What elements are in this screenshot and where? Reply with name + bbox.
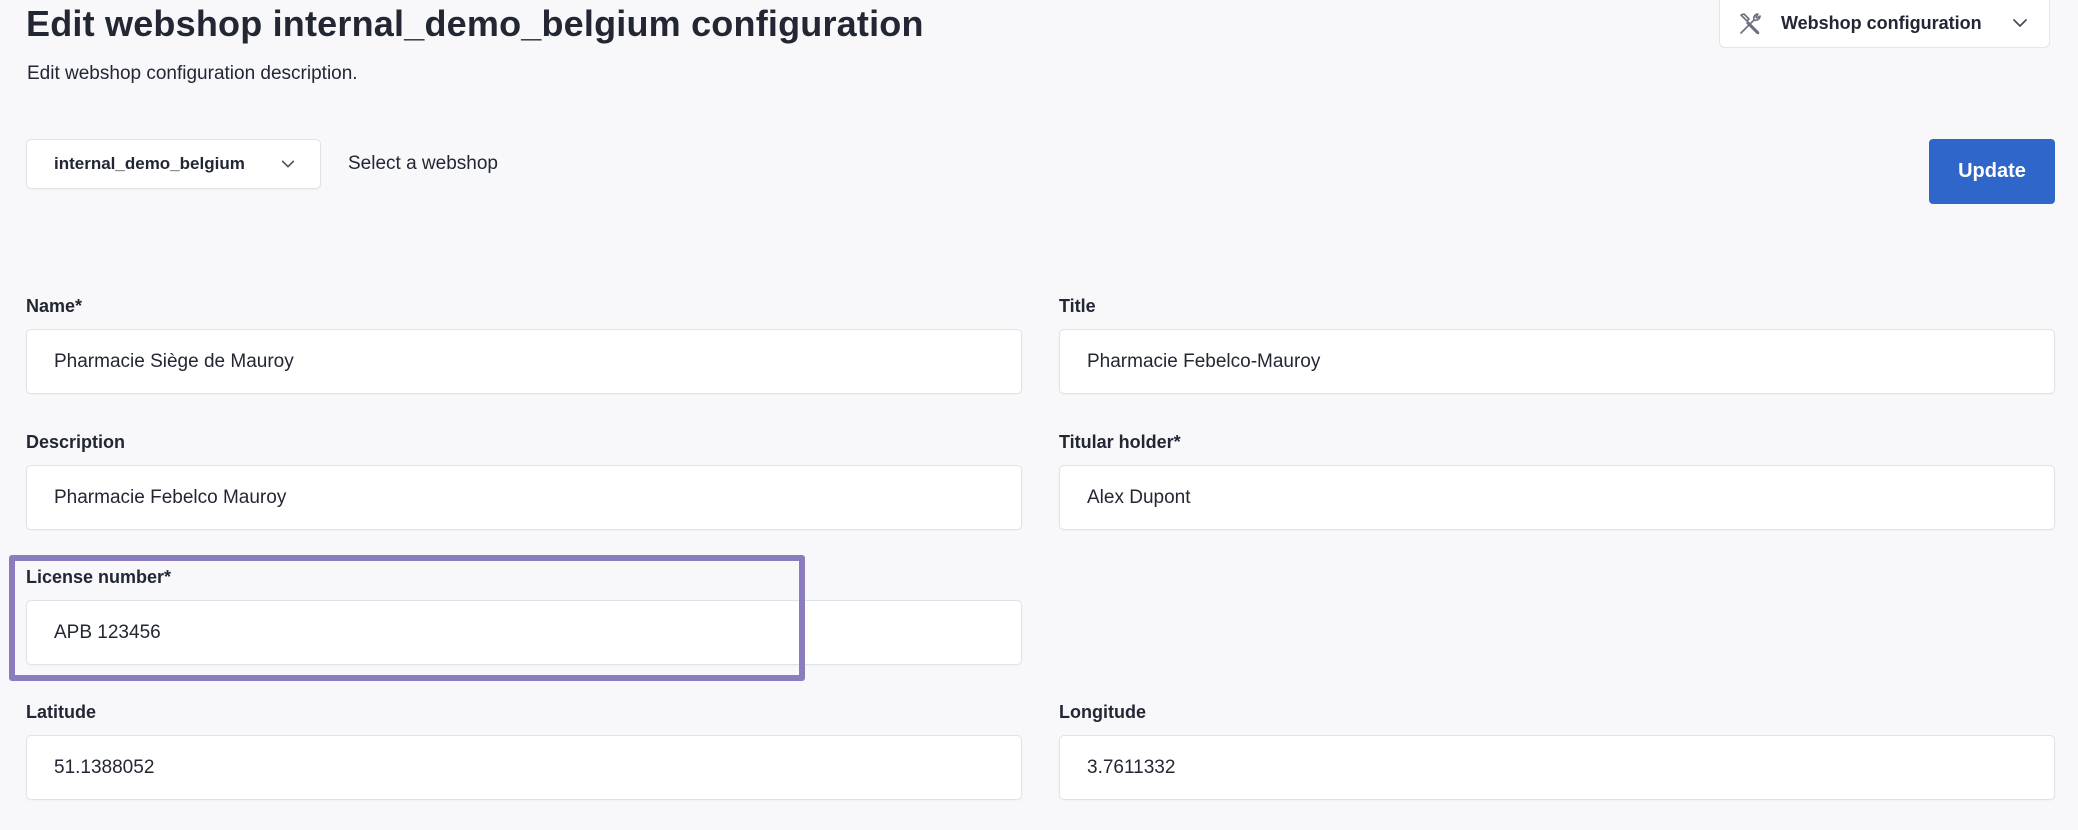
webshop-configuration-menu[interactable]: Webshop configuration bbox=[1719, 0, 2050, 48]
name-label: Name* bbox=[26, 296, 83, 316]
longitude-label: Longitude bbox=[1059, 702, 1146, 722]
description-input[interactable] bbox=[26, 465, 1022, 530]
webshop-select-label: Select a webshop bbox=[348, 153, 498, 174]
titular-holder-field-group: Titular holder* bbox=[1059, 429, 2055, 530]
webshop-configuration-label: Webshop configuration bbox=[1781, 13, 1982, 33]
update-button[interactable]: Update bbox=[1929, 139, 2055, 204]
page-subtitle: Edit webshop configuration description. bbox=[27, 63, 358, 84]
latitude-input[interactable] bbox=[26, 735, 1022, 800]
description-field-group: Description bbox=[26, 429, 1022, 530]
description-label: Description bbox=[26, 432, 126, 452]
name-field-group: Name* bbox=[26, 293, 1022, 394]
title-label: Title bbox=[1059, 296, 1096, 316]
name-input[interactable] bbox=[26, 329, 1022, 394]
titular-holder-label: Titular holder* bbox=[1059, 432, 1181, 452]
title-field-group: Title bbox=[1059, 293, 2055, 394]
longitude-input[interactable] bbox=[1059, 735, 2055, 800]
title-input[interactable] bbox=[1059, 329, 2055, 394]
chevron-down-icon bbox=[278, 154, 298, 174]
license-number-field-group: License number* bbox=[26, 564, 1022, 665]
page-title: Edit webshop internal_demo_belgium confi… bbox=[26, 3, 924, 44]
tools-icon bbox=[1735, 9, 1765, 39]
latitude-field-group: Latitude bbox=[26, 699, 1022, 800]
license-number-input[interactable] bbox=[26, 600, 1022, 665]
webshop-select-value: internal_demo_belgium bbox=[54, 154, 245, 173]
titular-holder-input[interactable] bbox=[1059, 465, 2055, 530]
chevron-down-icon bbox=[2009, 12, 2031, 34]
license-number-label: License number* bbox=[26, 567, 172, 587]
longitude-field-group: Longitude bbox=[1059, 699, 2055, 800]
latitude-label: Latitude bbox=[26, 702, 96, 722]
webshop-select[interactable]: internal_demo_belgium bbox=[26, 139, 321, 189]
